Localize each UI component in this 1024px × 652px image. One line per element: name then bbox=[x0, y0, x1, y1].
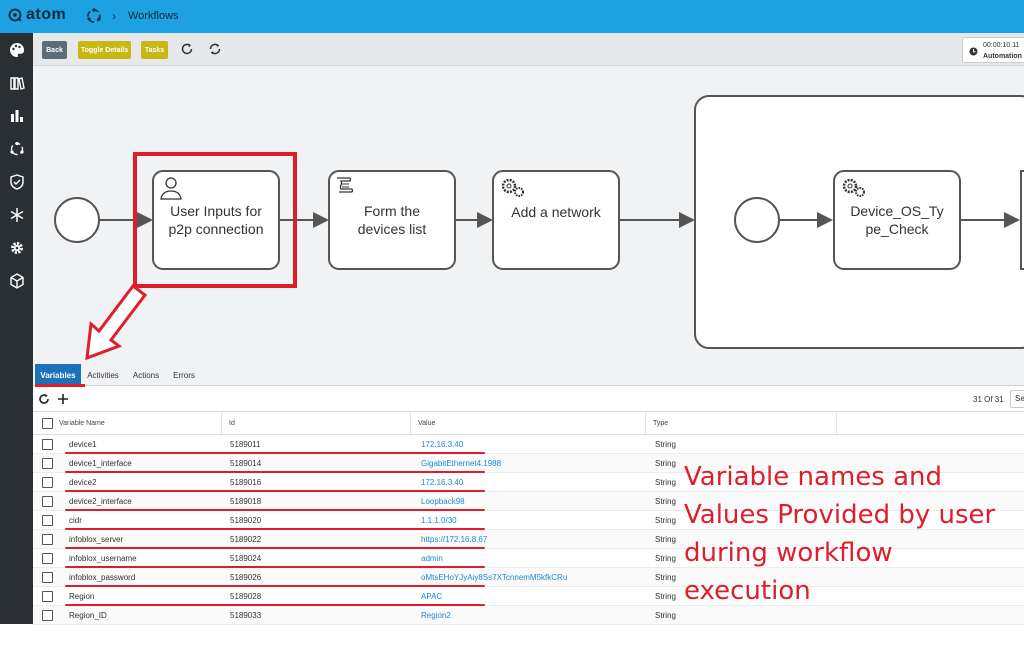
task-label-line2: devices list bbox=[358, 221, 427, 237]
row-checkbox[interactable] bbox=[42, 458, 53, 469]
sidebar-item-packages[interactable] bbox=[0, 264, 33, 297]
task-form-devices-list[interactable]: Form the devices list bbox=[328, 170, 456, 270]
type-cell: String bbox=[655, 459, 676, 468]
sidebar-item-workflows[interactable] bbox=[0, 132, 33, 165]
annotation-line: Variable names and bbox=[684, 462, 942, 492]
record-count: 31 Of 31 bbox=[973, 395, 1004, 404]
subprocess-start-event[interactable] bbox=[734, 197, 780, 243]
row-checkbox[interactable] bbox=[42, 534, 53, 545]
snowflake-icon bbox=[10, 207, 23, 222]
column-header-type[interactable]: Type bbox=[647, 412, 837, 436]
search-input[interactable]: Se bbox=[1010, 390, 1024, 408]
type-cell: String bbox=[655, 478, 676, 487]
id-cell: 5189033 bbox=[230, 611, 262, 620]
sidebar-item-settings[interactable] bbox=[0, 231, 33, 264]
row-checkbox[interactable] bbox=[42, 439, 53, 450]
bar-chart-icon bbox=[10, 109, 23, 122]
tab-variables[interactable]: Variables bbox=[35, 364, 81, 386]
select-all-checkbox[interactable] bbox=[42, 418, 53, 429]
execution-timer: 00:00:10.11 Automation bbox=[962, 37, 1024, 63]
row-checkbox[interactable] bbox=[42, 496, 53, 507]
column-header-value[interactable]: Value bbox=[412, 412, 646, 436]
task-add-network[interactable]: Add a network bbox=[492, 170, 620, 270]
table-header: Variable Name Id Value Type bbox=[33, 411, 1024, 436]
type-cell: String bbox=[655, 516, 676, 525]
toggle-details-button[interactable]: Toggle Details bbox=[78, 41, 131, 59]
row-checkbox[interactable] bbox=[42, 572, 53, 583]
tasks-button[interactable]: Tasks bbox=[141, 41, 168, 59]
atom-logo-icon bbox=[8, 8, 22, 22]
chevron-right-icon: › bbox=[112, 9, 116, 23]
row-checkbox[interactable] bbox=[42, 515, 53, 526]
toolbar: Back Toggle Details Tasks 00:00:10.11 Au… bbox=[33, 33, 1024, 66]
back-button[interactable]: Back bbox=[42, 41, 67, 59]
palette-icon bbox=[9, 42, 24, 57]
tab-activities[interactable]: Activities bbox=[83, 364, 123, 386]
type-cell: String bbox=[655, 611, 676, 620]
annotation-line: execution bbox=[684, 576, 811, 606]
row-checkbox[interactable] bbox=[42, 553, 53, 564]
variable-name-cell: Region_ID bbox=[69, 611, 107, 620]
sidebar-item-reports[interactable] bbox=[0, 99, 33, 132]
pointer-arrow bbox=[85, 283, 148, 361]
gear-icon bbox=[10, 241, 23, 254]
row-checkbox[interactable] bbox=[42, 477, 53, 488]
sidebar-item-services[interactable] bbox=[0, 198, 33, 231]
annotation-line: during workflow bbox=[684, 538, 893, 568]
workflow-canvas: User Inputs for p2p connection Form the … bbox=[33, 66, 1024, 364]
workflow-icon bbox=[87, 8, 101, 23]
sidebar-item-inventory[interactable] bbox=[0, 66, 33, 99]
annotation-text: Variable names and Values Provided by us… bbox=[684, 458, 1014, 610]
table-row[interactable]: device1 5189011 172.16.3.40 String bbox=[33, 435, 1024, 454]
tab-actions[interactable]: Actions bbox=[127, 364, 165, 386]
type-cell: String bbox=[655, 554, 676, 563]
refresh-icon[interactable] bbox=[38, 393, 50, 405]
atom-logo[interactable]: atom bbox=[8, 6, 66, 24]
task-label-line1: Device_OS_Ty bbox=[850, 203, 943, 219]
task-label-line1: User Inputs for bbox=[170, 203, 262, 219]
start-event[interactable] bbox=[54, 197, 100, 243]
tab-errors[interactable]: Errors bbox=[168, 364, 200, 386]
detail-tabs: Variables Activities Actions Errors bbox=[33, 364, 1024, 387]
shield-check-icon bbox=[9, 173, 24, 190]
timer-label: Automation bbox=[983, 53, 1022, 60]
sidebar-item-compliance[interactable] bbox=[0, 165, 33, 198]
sidebar: ? bbox=[0, 33, 33, 652]
row-checkbox[interactable] bbox=[42, 610, 53, 621]
value-cell[interactable]: Region2 bbox=[421, 606, 451, 625]
type-cell: String bbox=[655, 592, 676, 601]
top-bar: atom › Workflows bbox=[0, 0, 1024, 33]
refresh-icon[interactable] bbox=[180, 42, 194, 56]
table-toolbar: 31 Of 31 Se bbox=[33, 387, 1024, 411]
clock-icon bbox=[969, 47, 978, 56]
task-device-os-type-check[interactable]: Device_OS_Ty pe_Check bbox=[833, 170, 961, 270]
cube-icon bbox=[9, 272, 24, 289]
task-label-line2: p2p connection bbox=[169, 221, 264, 237]
type-cell: String bbox=[655, 573, 676, 582]
row-checkbox[interactable] bbox=[42, 591, 53, 602]
task-label-line1: Add a network bbox=[511, 204, 601, 220]
help-icon[interactable]: ? bbox=[0, 636, 33, 652]
task-label-line1: Form the bbox=[364, 203, 420, 219]
task-label-line2: pe_Check bbox=[865, 221, 929, 237]
type-cell: String bbox=[655, 440, 676, 449]
add-icon[interactable] bbox=[57, 393, 69, 405]
workflow-icon bbox=[9, 141, 24, 155]
sidebar-item-dashboard[interactable] bbox=[0, 33, 33, 66]
breadcrumb[interactable]: Workflows bbox=[128, 10, 179, 22]
type-cell: String bbox=[655, 497, 676, 506]
column-header-id[interactable]: Id bbox=[223, 412, 411, 436]
type-cell: String bbox=[655, 535, 676, 544]
timer-time: 00:00:10.11 bbox=[983, 42, 1020, 49]
sync-icon[interactable] bbox=[208, 42, 222, 56]
logo-text: atom bbox=[26, 6, 67, 23]
annotation-line: Values Provided by user bbox=[684, 500, 996, 530]
task-user-inputs[interactable]: User Inputs for p2p connection bbox=[152, 170, 280, 270]
column-header-variable-name[interactable]: Variable Name bbox=[53, 412, 222, 436]
books-icon bbox=[9, 76, 25, 90]
